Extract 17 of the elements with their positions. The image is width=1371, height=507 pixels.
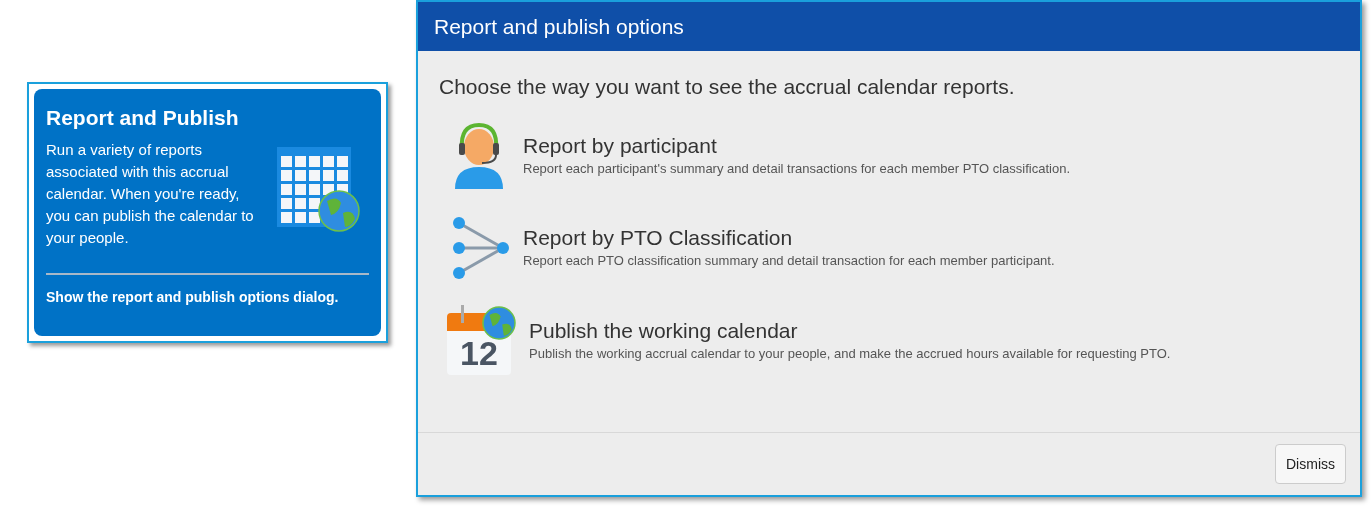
option-title: Report by PTO Classification (523, 224, 794, 251)
tile-description: Run a variety of reports associated with this accrual calendar. When you're ready, you can publish the calendar to your people. (46, 140, 255, 249)
tile-title: Report and Publish (46, 105, 240, 131)
dialog-prompt: Choose the way you want to see the accrual calendar reports. (439, 74, 1016, 100)
tile-action-text: Show the report and publish options dialog. (46, 288, 340, 308)
option-title: Report by participant (523, 132, 718, 159)
option-title: Publish the working calendar (529, 317, 799, 344)
report-publish-tile[interactable]: Report and Publish Run a variety of reports associated with this accrual calendar. When you're ready, you can publish the calendar to your people. Show the report and publish options dialog. (34, 89, 381, 337)
calendar-globe-icon (277, 147, 361, 234)
dialog-title: Report and publish options (434, 13, 684, 40)
option-description: Report each PTO classification summary and detail transaction for each member participant. (523, 251, 1055, 270)
dismiss-button[interactable]: Dismiss (1275, 444, 1346, 484)
option-item[interactable]: 12 Publish the working calendar Publish the working accrual calendar to your people, and make the accrued hours available for requesting PTO. (439, 304, 1339, 377)
option-description: Publish the working accrual calendar to your people, and make the accrued hours available for requesting PTO. (529, 344, 1171, 363)
option-item[interactable]: Report by PTO Classification Report each PTO classification summary and detail transaction for each member participant. (439, 212, 1339, 283)
option-description: Report each participant's summary and detail transactions for each member PTO classification. (523, 159, 1071, 178)
option-item[interactable]: Report by participant Report each participant's summary and detail transactions for each member PTO classification. (439, 120, 1339, 191)
